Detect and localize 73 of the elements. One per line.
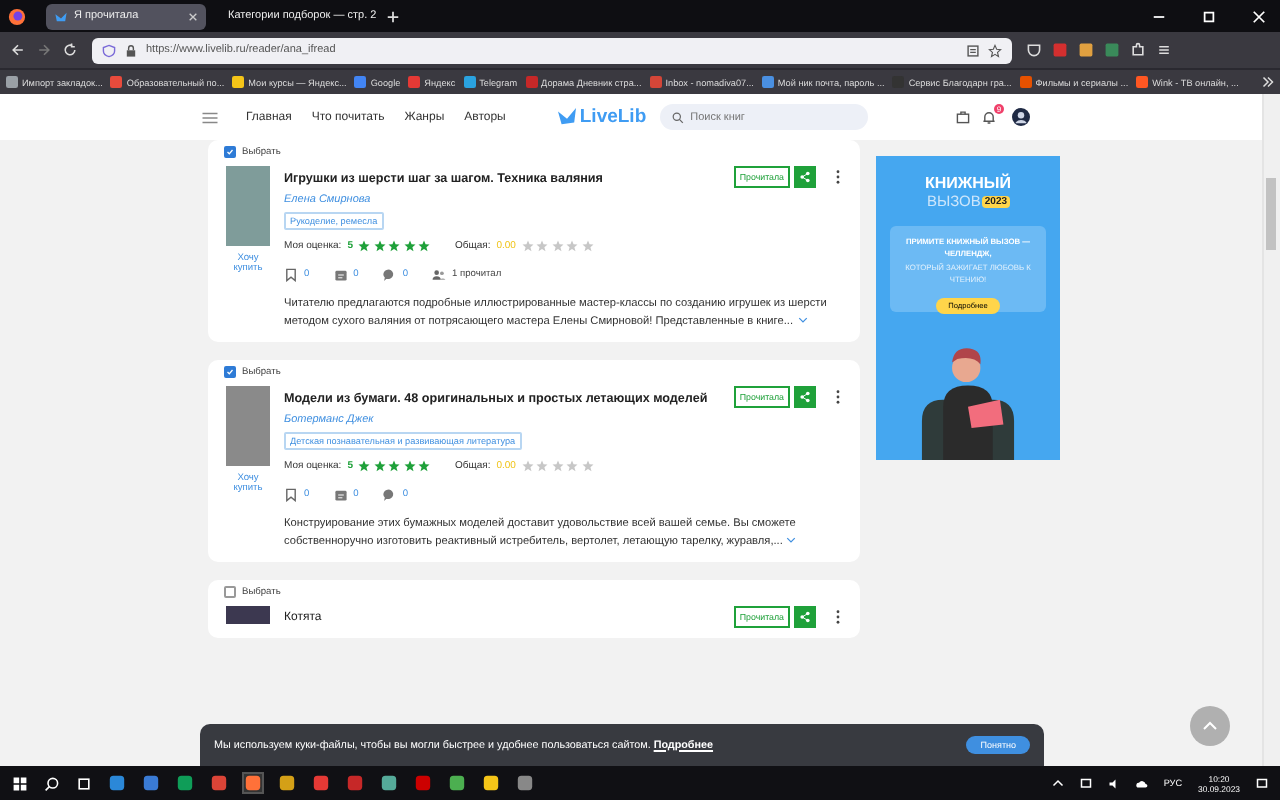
avatar-icon[interactable] bbox=[1012, 108, 1031, 126]
share-button[interactable] bbox=[794, 606, 816, 628]
book-cover-placeholder bbox=[226, 606, 270, 624]
favicon-icon bbox=[110, 76, 123, 88]
chevron-down-icon[interactable] bbox=[786, 536, 797, 544]
share-button[interactable] bbox=[794, 386, 816, 408]
share-icon bbox=[798, 170, 812, 184]
shield-icon bbox=[102, 43, 116, 57]
reload-icon[interactable] bbox=[62, 42, 78, 58]
checkbox[interactable] bbox=[224, 586, 236, 598]
favicon-icon bbox=[1019, 76, 1032, 88]
bird-icon bbox=[54, 9, 68, 23]
favicon-icon bbox=[408, 76, 421, 88]
shopping-bag-icon[interactable] bbox=[956, 110, 971, 124]
star-outline-icon[interactable] bbox=[988, 43, 1002, 57]
star-icon[interactable] bbox=[388, 240, 401, 252]
bell-icon[interactable] bbox=[982, 110, 997, 124]
search-icon[interactable] bbox=[44, 775, 60, 791]
favicon-icon bbox=[761, 76, 774, 88]
star-icon[interactable] bbox=[358, 460, 371, 472]
new-tab-icon[interactable] bbox=[386, 9, 400, 23]
star-icon[interactable] bbox=[403, 240, 416, 252]
firefox-logo-icon[interactable] bbox=[8, 7, 26, 25]
ad-title: КНИЖНЫЙ bbox=[925, 174, 1011, 192]
network-icon[interactable] bbox=[1079, 777, 1092, 789]
maximize-icon[interactable] bbox=[1202, 9, 1216, 23]
back-icon[interactable] bbox=[10, 42, 26, 58]
favicon-icon bbox=[6, 76, 18, 88]
search-icon bbox=[672, 111, 685, 123]
bookmark-icon[interactable] bbox=[284, 268, 298, 282]
star-icon[interactable] bbox=[403, 460, 416, 472]
star-icon[interactable] bbox=[418, 240, 431, 252]
chevron-double-icon[interactable] bbox=[1262, 76, 1274, 88]
checkbox[interactable] bbox=[224, 366, 236, 378]
chevron-down-icon[interactable] bbox=[797, 316, 807, 324]
share-button[interactable] bbox=[794, 166, 816, 188]
task-view-icon[interactable] bbox=[76, 775, 92, 791]
chevron-up-icon[interactable] bbox=[1051, 777, 1064, 789]
book-cover-placeholder bbox=[226, 386, 270, 466]
favicon-icon bbox=[463, 76, 476, 88]
bird-logo-icon bbox=[557, 108, 576, 126]
lock-icon bbox=[124, 43, 138, 57]
reader-view-icon[interactable] bbox=[966, 43, 980, 57]
notifications-icon[interactable] bbox=[1256, 777, 1268, 789]
star-icon[interactable] bbox=[358, 240, 371, 252]
star-icon[interactable] bbox=[418, 460, 431, 472]
speaker-icon[interactable] bbox=[1107, 777, 1120, 789]
star-icon[interactable] bbox=[388, 460, 401, 472]
pocket-icon[interactable] bbox=[1026, 42, 1042, 58]
cloud-icon[interactable] bbox=[1135, 777, 1148, 789]
favicon-icon bbox=[525, 76, 538, 88]
favicon-icon bbox=[1136, 76, 1149, 88]
share-icon bbox=[798, 610, 812, 624]
quote-icon[interactable] bbox=[333, 488, 348, 502]
comment-icon[interactable] bbox=[382, 488, 397, 502]
comment-icon[interactable] bbox=[382, 268, 397, 282]
scrollbar[interactable] bbox=[1262, 94, 1280, 766]
favicon-icon bbox=[649, 76, 662, 88]
share-icon bbox=[798, 390, 812, 404]
forward-icon[interactable] bbox=[36, 42, 52, 58]
windows-start-icon[interactable] bbox=[12, 775, 28, 791]
star-icon[interactable] bbox=[373, 240, 386, 252]
quote-icon[interactable] bbox=[333, 268, 348, 282]
scrollbar-thumb[interactable] bbox=[1266, 178, 1276, 250]
puzzle-icon[interactable] bbox=[1130, 42, 1146, 58]
favicon-icon bbox=[232, 76, 245, 88]
menu-icon[interactable] bbox=[1156, 42, 1172, 58]
checkbox[interactable] bbox=[224, 146, 236, 158]
book-cover-placeholder bbox=[226, 166, 270, 246]
bookmark-icon[interactable] bbox=[284, 488, 298, 502]
star-icon[interactable] bbox=[373, 460, 386, 472]
favicon-icon bbox=[354, 76, 367, 88]
people-icon[interactable] bbox=[432, 268, 447, 282]
